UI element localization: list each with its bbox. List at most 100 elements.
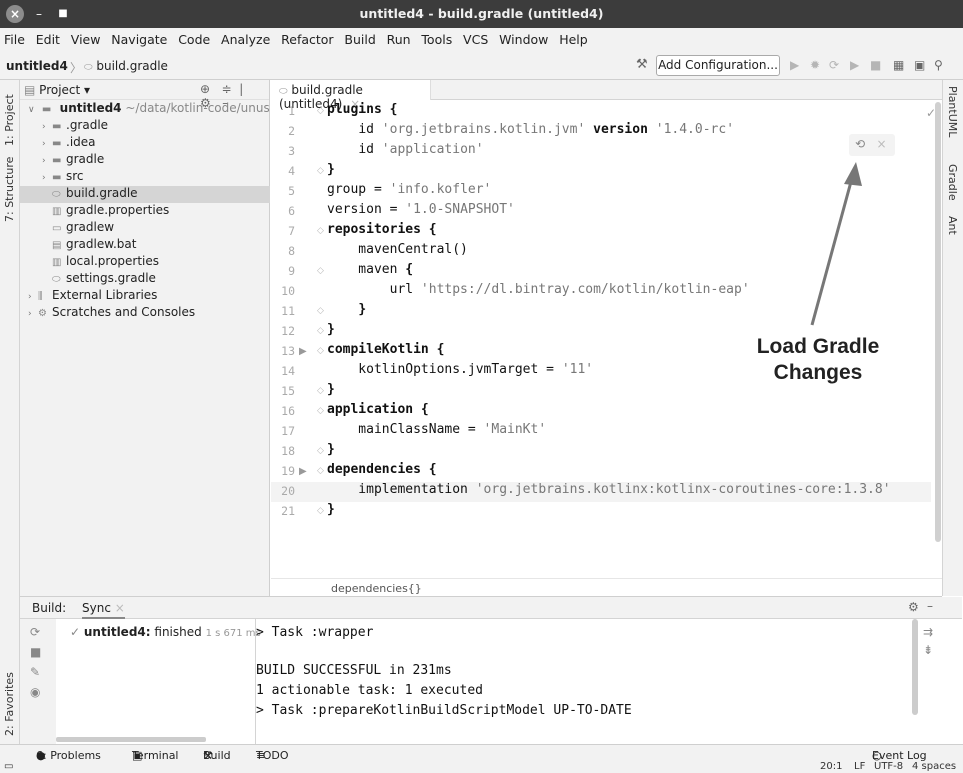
- menu-refactor[interactable]: Refactor: [281, 28, 333, 47]
- run-icon[interactable]: ▶: [790, 58, 799, 72]
- menu-code[interactable]: Code: [178, 28, 210, 47]
- fold-marker-icon[interactable]: ◇: [317, 506, 324, 516]
- fold-marker-icon[interactable]: ◇: [317, 166, 324, 176]
- tree-item[interactable]: › ▬ .idea: [20, 135, 270, 152]
- tree-item[interactable]: › ⫼ External Libraries: [20, 288, 270, 305]
- build-tree-scrollbar[interactable]: [56, 737, 206, 742]
- stop-icon[interactable]: ■: [870, 58, 881, 72]
- menu-tools[interactable]: Tools: [421, 28, 452, 47]
- tree-item[interactable]: › ⚙ Scratches and Consoles: [20, 305, 270, 322]
- gear-icon[interactable]: ⚙: [908, 600, 919, 614]
- search-everywhere-icon[interactable]: ⚲: [934, 58, 943, 72]
- run-gutter-icon[interactable]: ▶: [299, 346, 307, 357]
- menu-vcs[interactable]: VCS: [463, 28, 488, 47]
- status-position[interactable]: 20:1: [820, 762, 842, 772]
- fold-marker-icon[interactable]: ◇: [317, 466, 324, 476]
- project-view-selector[interactable]: ▤ Project ▾: [24, 83, 90, 97]
- tree-item[interactable]: › ▬ src: [20, 169, 270, 186]
- chevron-down-icon: ∨: [28, 105, 35, 115]
- menu-help[interactable]: Help: [559, 28, 588, 47]
- editor-scrollbar[interactable]: [935, 102, 941, 542]
- menu-view[interactable]: View: [71, 28, 101, 47]
- fold-marker-icon[interactable]: ◇: [317, 306, 324, 316]
- layout-icon[interactable]: ▣: [914, 58, 925, 72]
- menu-run[interactable]: Run: [387, 28, 411, 47]
- tree-item[interactable]: › ▬ gradle: [20, 152, 270, 169]
- tab-sync[interactable]: Sync ×: [82, 601, 125, 619]
- fold-marker-icon[interactable]: ◇: [317, 106, 324, 116]
- close-popup-icon[interactable]: ×: [877, 137, 887, 151]
- status-line-separator[interactable]: LF: [854, 762, 865, 772]
- stop-icon[interactable]: ■: [30, 645, 41, 659]
- tab-todo-label: TODO: [256, 749, 289, 762]
- scroll-to-end-icon[interactable]: ⇟: [923, 643, 933, 657]
- tree-item-selected[interactable]: ⬭ build.gradle: [20, 186, 270, 203]
- load-gradle-changes-icon[interactable]: ⟲: [855, 137, 865, 151]
- editor-tab-build-gradle[interactable]: ⬭ build.gradle (untitled4) ×: [271, 80, 431, 111]
- properties-file-icon: ▥: [52, 206, 62, 217]
- ant-tool-tab[interactable]: Ant: [946, 216, 959, 235]
- fold-marker-icon[interactable]: ◇: [317, 326, 324, 336]
- build-tree-row[interactable]: ✓ untitled4: finished 1 s 671 ms: [70, 625, 261, 639]
- code-token: group =: [327, 182, 390, 197]
- soft-wrap-icon[interactable]: ⇉: [923, 625, 933, 639]
- eye-icon[interactable]: ◉: [30, 685, 40, 699]
- plantuml-tool-tab[interactable]: PlantUML: [946, 86, 959, 137]
- menu-analyze[interactable]: Analyze: [221, 28, 270, 47]
- add-configuration-button[interactable]: Add Configuration...: [656, 55, 780, 76]
- chevron-right-icon: ›: [42, 122, 46, 132]
- tree-item[interactable]: ⬭ settings.gradle: [20, 271, 270, 288]
- status-toggle-icon[interactable]: ▭: [4, 762, 13, 772]
- project-tool-tab[interactable]: 1: Project: [3, 94, 16, 146]
- build-console[interactable]: > Task :wrapper BUILD SUCCESSFUL in 231m…: [256, 619, 920, 745]
- right-tool-strip: PlantUML Gradle Ant: [942, 80, 963, 596]
- fold-marker-icon[interactable]: ◇: [317, 226, 324, 236]
- structure-tool-tab[interactable]: 7: Structure: [3, 157, 16, 222]
- build-hammer-icon[interactable]: ⚒: [636, 57, 648, 72]
- coverage-icon[interactable]: ⟳: [829, 58, 839, 72]
- profile-icon[interactable]: ▶: [850, 58, 859, 72]
- gradle-tool-tab[interactable]: Gradle: [946, 164, 959, 201]
- debug-icon[interactable]: ✹: [810, 58, 820, 72]
- breadcrumb-file[interactable]: ⬭ build.gradle: [84, 59, 168, 73]
- code-token: {: [405, 262, 414, 277]
- editor-breadcrumb[interactable]: dependencies{}: [271, 578, 942, 596]
- console-scrollbar[interactable]: [912, 619, 918, 715]
- tree-item[interactable]: ▤ gradlew.bat: [20, 237, 270, 254]
- fold-marker-icon[interactable]: ◇: [317, 406, 324, 416]
- sync-icon[interactable]: ⟳: [30, 625, 40, 639]
- fold-marker-icon[interactable]: ◇: [317, 386, 324, 396]
- code-token: }: [327, 502, 335, 517]
- menu-navigate[interactable]: Navigate: [111, 28, 167, 47]
- breadcrumb-project[interactable]: untitled4: [6, 59, 68, 73]
- code-token: mainClassName =: [327, 422, 484, 437]
- close-tab-icon[interactable]: ×: [115, 601, 125, 615]
- menu-build[interactable]: Build: [344, 28, 375, 47]
- status-encoding[interactable]: UTF-8: [874, 762, 903, 772]
- run-gutter-icon[interactable]: ▶: [299, 466, 307, 477]
- status-indent[interactable]: 4 spaces: [912, 762, 956, 772]
- project-structure-icon[interactable]: ▦: [893, 58, 904, 72]
- folder-icon: ▬: [52, 172, 62, 183]
- tree-item[interactable]: › ▬ .gradle: [20, 118, 270, 135]
- chevron-right-icon: ›: [28, 309, 32, 319]
- menu-window[interactable]: Window: [499, 28, 548, 47]
- menu-edit[interactable]: Edit: [36, 28, 60, 47]
- favorites-tool-tab[interactable]: 2: Favorites: [3, 672, 16, 736]
- check-icon: ✓: [70, 625, 81, 639]
- collapse-icon[interactable]: ≑: [222, 82, 232, 96]
- fold-marker-icon[interactable]: ◇: [317, 346, 324, 356]
- menu-file[interactable]: File: [4, 28, 25, 47]
- pin-icon[interactable]: ✎: [30, 665, 40, 679]
- locate-icon[interactable]: ⊕: [200, 82, 210, 96]
- tree-item[interactable]: ▥ local.properties: [20, 254, 270, 271]
- tree-item-label: src: [66, 169, 84, 183]
- tree-root[interactable]: ∨ ▬ untitled4 ~/data/kotlin-code/unuse: [20, 101, 270, 118]
- fold-marker-icon[interactable]: ◇: [317, 446, 324, 456]
- hide-icon[interactable]: –: [927, 599, 933, 613]
- code-token: }: [358, 302, 367, 317]
- tree-item[interactable]: ▥ gradle.properties: [20, 203, 270, 220]
- chevron-right-icon: ›: [42, 139, 46, 149]
- tree-item[interactable]: ▭ gradlew: [20, 220, 270, 237]
- fold-marker-icon[interactable]: ◇: [317, 266, 324, 276]
